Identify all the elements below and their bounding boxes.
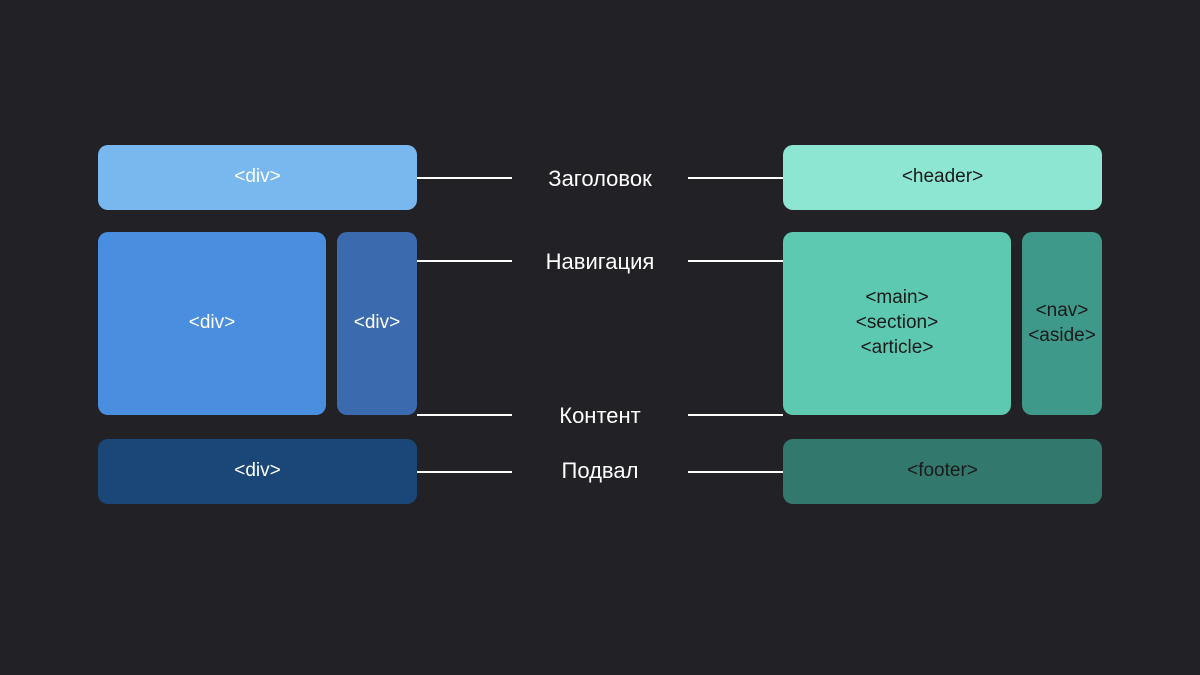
middle-column: Заголовок Навигация Контент Подвал [417, 145, 783, 540]
diagram-stage: <div> <div> <div> <div> Заголовок Навига… [98, 145, 1102, 540]
label-header: Заголовок [520, 166, 680, 192]
left-header-label: <div> [234, 165, 280, 190]
left-column: <div> <div> <div> <div> [98, 145, 417, 540]
label-content: Контент [520, 403, 680, 429]
left-main-label: <div> [189, 311, 235, 336]
left-footer-label: <div> [234, 459, 280, 484]
connector-line [688, 414, 783, 416]
right-header-block: <header> [783, 145, 1102, 210]
connector-line [688, 177, 783, 179]
connector-line [417, 471, 512, 473]
label-footer: Подвал [520, 458, 680, 484]
left-nav-label: <div> [354, 311, 400, 336]
connector-line [417, 177, 512, 179]
right-column: <header> <main> <section> <article> <nav… [783, 145, 1102, 540]
connector-line [688, 260, 783, 262]
right-nav-block: <nav> <aside> [1022, 232, 1102, 415]
right-header-label: <header> [902, 165, 983, 190]
left-main-block: <div> [98, 232, 326, 415]
connector-line [688, 471, 783, 473]
right-nav-label: <nav> <aside> [1028, 299, 1096, 348]
left-footer-block: <div> [98, 439, 417, 504]
label-nav: Навигация [520, 249, 680, 275]
right-footer-block: <footer> [783, 439, 1102, 504]
right-main-block: <main> <section> <article> [783, 232, 1011, 415]
left-nav-block: <div> [337, 232, 417, 415]
connector-line [417, 414, 512, 416]
connector-line [417, 260, 512, 262]
right-footer-label: <footer> [907, 459, 978, 484]
right-main-label: <main> <section> <article> [856, 286, 938, 360]
left-header-block: <div> [98, 145, 417, 210]
